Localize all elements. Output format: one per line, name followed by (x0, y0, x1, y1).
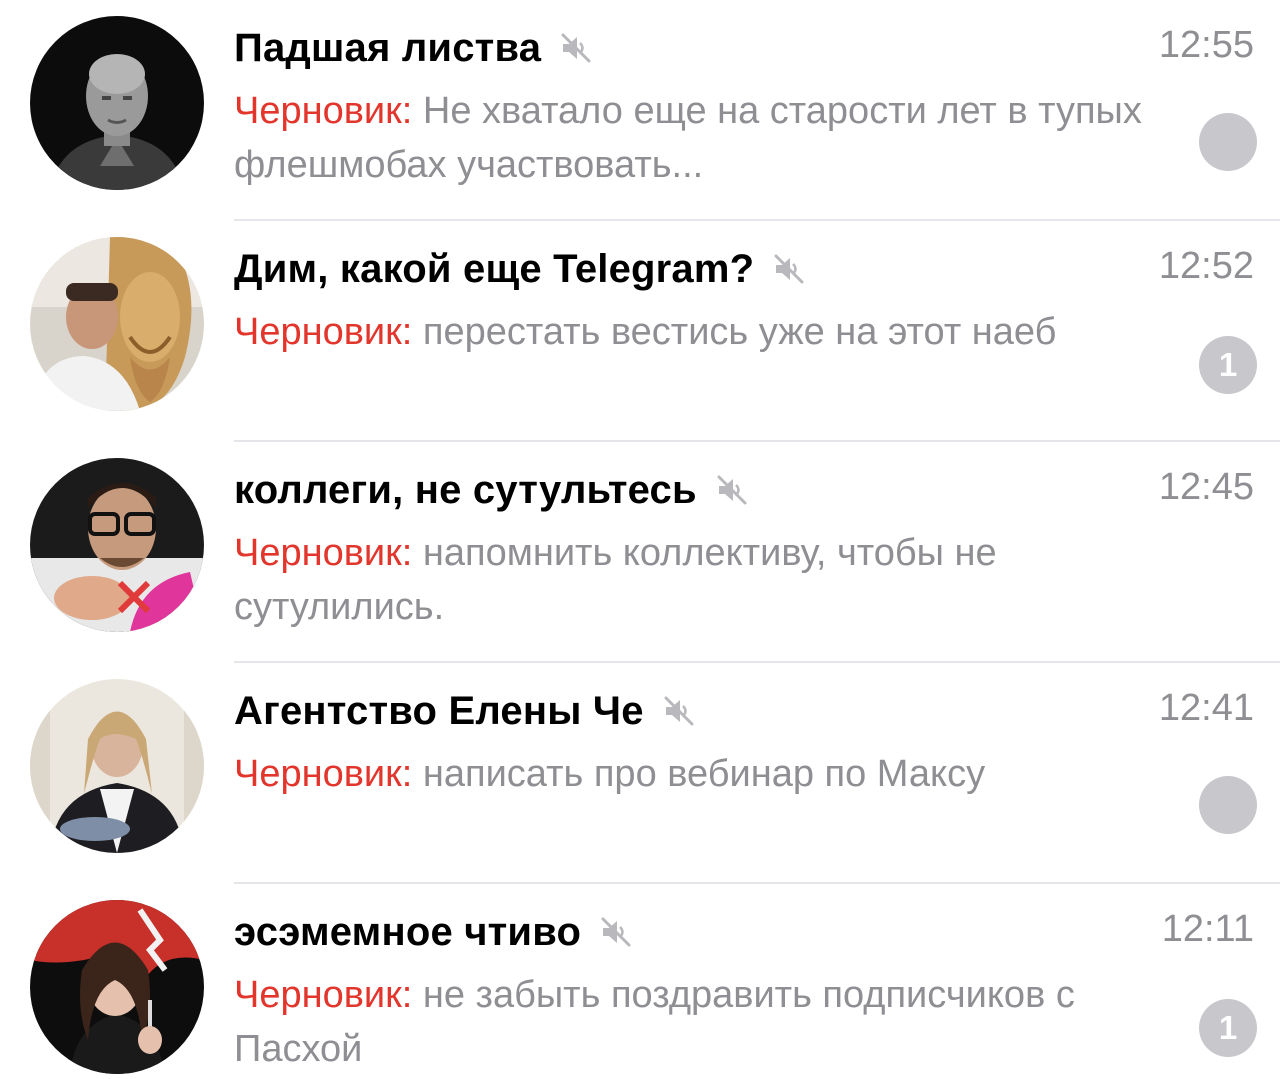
mute-icon (715, 473, 749, 507)
chat-time: 12:55 (1158, 24, 1254, 66)
read-status-dot (1199, 113, 1257, 171)
draft-label: Черновик: (234, 311, 413, 353)
avatar[interactable] (30, 16, 204, 190)
unread-badge: 1 (1199, 336, 1257, 394)
chat-title: Дим, какой еще Telegram? (234, 246, 755, 291)
avatar[interactable] (30, 458, 204, 632)
read-status-dot (1199, 776, 1257, 834)
chat-time: 12:45 (1158, 466, 1254, 508)
avatar[interactable] (30, 679, 204, 853)
draft-label: Черновик: (234, 90, 413, 132)
chat-preview: Черновик: напомнить коллективу, чтобы не… (234, 526, 1184, 634)
mute-icon (599, 915, 633, 949)
chat-preview: Черновик: Не хватало еще на старости лет… (234, 84, 1184, 192)
chat-row[interactable]: Падшая листва 12:55 Черновик: Не хватало… (0, 0, 1280, 221)
chat-row[interactable]: Агентство Елены Че 12:41 Черновик: напис… (0, 663, 1280, 884)
draft-label: Черновик: (234, 974, 413, 1016)
chat-title: эсэмемное чтиво (234, 909, 582, 954)
chat-title: коллеги, не сутультесь (234, 467, 697, 512)
chat-time: 12:52 (1158, 245, 1254, 287)
mute-icon (662, 694, 696, 728)
mute-icon (559, 31, 593, 65)
chat-list: Падшая листва 12:55 Черновик: Не хватало… (0, 0, 1280, 1079)
chat-preview: Черновик: написать про вебинар по Максу (234, 747, 1184, 801)
chat-row[interactable]: эсэмемное чтиво 12:11 Черновик: не забыт… (0, 884, 1280, 1079)
draft-label: Черновик: (234, 753, 413, 795)
draft-text: написать про вебинар по Максу (422, 753, 986, 795)
avatar[interactable] (30, 900, 204, 1074)
chat-preview: Черновик: перестать вестись уже на этот … (234, 305, 1184, 359)
mute-icon (772, 252, 806, 286)
chat-row[interactable]: Дим, какой еще Telegram? 12:52 Черновик:… (0, 221, 1280, 442)
chat-time: 12:11 (1161, 908, 1254, 950)
draft-text: перестать вестись уже на этот наеб (422, 311, 1057, 353)
chat-title: Падшая листва (234, 25, 542, 70)
chat-time: 12:41 (1158, 687, 1254, 729)
unread-badge: 1 (1199, 999, 1257, 1057)
chat-row[interactable]: коллеги, не сутультесь 12:45 Черновик: н… (0, 442, 1280, 663)
chat-preview: Черновик: не забыть поздравить подписчик… (234, 968, 1184, 1076)
draft-label: Черновик: (234, 532, 413, 574)
avatar[interactable] (30, 237, 204, 411)
chat-title: Агентство Елены Че (234, 688, 644, 733)
